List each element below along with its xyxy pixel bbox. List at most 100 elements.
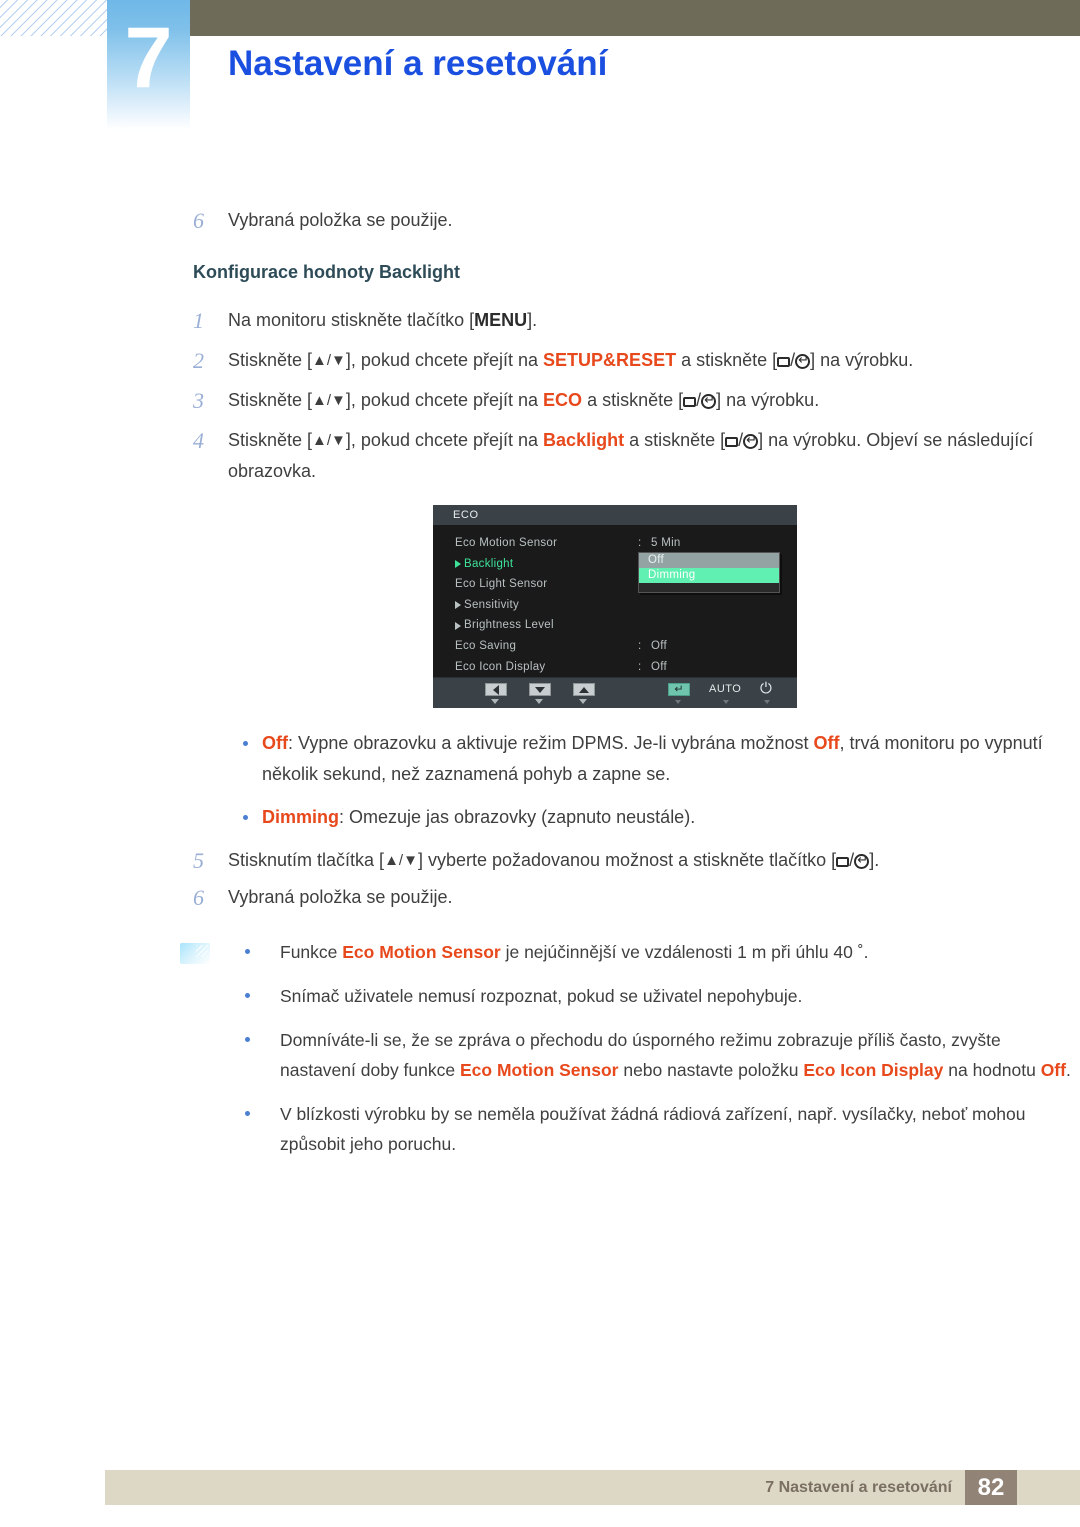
menu-key-label: MENU <box>474 310 528 330</box>
osd-row-value: Off <box>651 660 668 673</box>
chapter-number: 7 <box>124 10 173 106</box>
osd-row-label: Sensitivity <box>464 598 520 611</box>
page-content: 6 Vybraná položka se použije. Konfigurac… <box>0 205 1080 1173</box>
bullet-dot-icon <box>243 815 248 820</box>
highlight-term: ECO <box>543 390 583 410</box>
step-text: Vybraná položka se použije. <box>228 210 453 230</box>
power-icon[interactable]: ⏻ <box>760 681 772 697</box>
bullet-dot-icon <box>245 1037 250 1042</box>
osd-button-left[interactable] <box>485 683 507 696</box>
page-header: 7 Nastavení a resetování <box>0 0 1080 140</box>
note-text-pre: V blízkosti výrobku by se neměla používa… <box>280 1104 1026 1154</box>
triangle-up-icon <box>579 686 589 693</box>
osd-row-colon: : <box>638 660 642 673</box>
step-number: 6 <box>193 208 204 233</box>
step-text: Vybraná položka se použije. <box>228 887 453 907</box>
bullet-text: : Omezuje jas obrazovky (zapnuto neustál… <box>339 807 696 827</box>
step-item: 3 Stiskněte [▲/▼], pokud chcete přejít n… <box>0 385 1080 416</box>
chapter-badge: 7 <box>107 0 190 130</box>
step-number: 1 <box>193 308 204 333</box>
step-item: 1 Na monitoru stiskněte tlačítko [MENU]. <box>0 305 1080 336</box>
osd-row-sensitivity[interactable]: Sensitivity <box>433 597 797 618</box>
osd-row-label: Eco Saving <box>455 639 517 652</box>
osd-row-label: Eco Light Sensor <box>455 578 548 591</box>
caret-down-icon <box>723 700 729 704</box>
osd-button-up[interactable] <box>573 683 595 696</box>
triangle-left-icon <box>493 684 499 695</box>
osd-row-value: Off <box>651 639 668 652</box>
osd-footer-bar: ↵ AUTO ⏻ <box>433 677 797 708</box>
section-subheading: Konfigurace hodnoty Backlight <box>193 262 461 282</box>
osd-button-down[interactable] <box>529 683 551 696</box>
bullet-term-2: Off <box>813 733 840 753</box>
step-number: 6 <box>193 885 204 910</box>
step-number: 4 <box>193 428 204 453</box>
step-text-a: Stiskněte [ <box>228 430 313 450</box>
step-text-c: a stiskněte [ <box>624 430 726 450</box>
step-text-b: ], pokud chcete přejít na <box>345 350 544 370</box>
step-item: 6 Vybraná položka se použije. <box>0 205 1080 236</box>
step-text-d: ]. <box>869 850 880 870</box>
enter-icon: ↵ <box>674 683 684 695</box>
source-box-icon <box>836 857 850 867</box>
osd-row-label: Backlight <box>464 557 514 570</box>
page-footer: 7 Nastavení a resetování 82 <box>105 1470 1080 1505</box>
page-number-badge: 82 <box>965 1470 1017 1505</box>
enter-icon <box>701 392 717 409</box>
note-text-mid: nebo nastavte položku <box>618 1060 804 1080</box>
osd-figure: ECO Eco Motion Sensor : 5 Min Backlight … <box>0 505 1080 708</box>
enter-icon <box>795 352 811 369</box>
bullet-text: : Vypne obrazovku a aktivuje režim DPMS.… <box>288 733 814 753</box>
osd-row-colon: : <box>638 537 642 549</box>
osd-row-colon: : <box>638 639 642 652</box>
step-item: 2 Stiskněte [▲/▼], pokud chcete přejít n… <box>0 345 1080 376</box>
step-text-a: Stiskněte [ <box>228 350 313 370</box>
osd-row-eco-saving[interactable]: Eco Saving : Off <box>433 638 797 659</box>
step-text-d: ] na výrobku. <box>716 390 820 410</box>
osd-row-brightness-level[interactable]: Brightness Level <box>433 617 797 638</box>
step-text-prefix: Na monitoru stiskněte tlačítko [ <box>228 310 475 330</box>
bullet-dot-icon <box>245 1111 250 1116</box>
triangle-down-icon <box>535 686 545 693</box>
note-bullet: Funkce Eco Motion Sensor je nejúčinnější… <box>0 937 1080 967</box>
source-box-icon <box>683 397 697 407</box>
step-item: 4 Stiskněte [▲/▼], pokud chcete přejít n… <box>0 425 1080 487</box>
note-text-pre: Funkce <box>280 942 343 962</box>
option-bullet-dimming: Dimming: Omezuje jas obrazovky (zapnuto … <box>0 802 1080 833</box>
step-number: 3 <box>193 388 204 413</box>
osd-backlight-dropdown[interactable]: Off Dimming <box>638 552 780 593</box>
note-text-post: na hodnotu <box>943 1060 1041 1080</box>
osd-button-auto[interactable]: AUTO <box>709 683 741 696</box>
osd-option-dimming[interactable]: Dimming <box>639 568 779 583</box>
step-item: 5 Stisknutím tlačítka [▲/▼] vyberte poža… <box>0 845 1080 876</box>
osd-body: Eco Motion Sensor : 5 Min Backlight : Ec… <box>433 525 797 677</box>
osd-dropdown-filler <box>639 583 779 592</box>
triangle-right-icon <box>455 601 461 610</box>
step-item: 6 Vybraná položka se použije. <box>0 882 1080 913</box>
osd-row-value: 5 Min <box>651 537 681 549</box>
header-olive-band <box>190 0 1080 36</box>
caret-down-icon <box>579 699 587 704</box>
enter-icon <box>743 432 759 449</box>
updown-arrows-icon: ▲/▼ <box>312 392 346 409</box>
note-block: Funkce Eco Motion Sensor je nejúčinnější… <box>0 937 1080 1159</box>
note-bullet: Domníváte-li se, že se zpráva o přechodu… <box>0 1025 1080 1085</box>
step-text-c: a stiskněte [ <box>582 390 684 410</box>
osd-row-label: Brightness Level <box>464 619 554 632</box>
osd-option-off[interactable]: Off <box>639 553 779 568</box>
note-text-pre: Snímač uživatele nemusí rozpoznat, pokud… <box>280 986 803 1006</box>
footer-chapter-label: 7 Nastavení a resetování <box>765 1479 952 1496</box>
source-box-icon <box>725 437 739 447</box>
step-text-b: ], pokud chcete přejít na <box>345 430 544 450</box>
osd-button-enter[interactable]: ↵ <box>668 683 690 696</box>
note-highlight-2: Eco Icon Display <box>803 1060 944 1080</box>
step-text-suffix: ]. <box>527 310 538 330</box>
source-box-icon <box>777 357 791 367</box>
caret-down-icon <box>491 699 499 704</box>
note-bullet: V blízkosti výrobku by se neměla používa… <box>0 1099 1080 1159</box>
note-highlight-3: Off <box>1040 1060 1066 1080</box>
triangle-right-icon <box>455 621 461 630</box>
step-number: 2 <box>193 348 204 373</box>
osd-menu: ECO Eco Motion Sensor : 5 Min Backlight … <box>433 505 797 708</box>
note-text-mid: je nejúčinnější ve vzdálenosti 1 m při ú… <box>500 942 869 962</box>
